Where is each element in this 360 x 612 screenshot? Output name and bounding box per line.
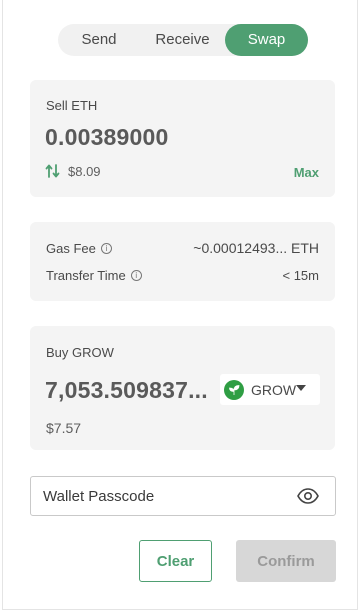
token-name: GROW <box>251 381 297 398</box>
buy-amount: 7,053.509837... <box>45 377 208 403</box>
transfer-time-label-wrap: Transfer Time i <box>46 268 142 283</box>
grow-leaf-icon <box>224 379 244 400</box>
gas-fee-label: Gas Fee <box>46 240 96 256</box>
gas-fee-value: ~0.00012493... ETH <box>193 240 319 256</box>
eye-icon[interactable] <box>297 488 319 504</box>
mode-tabs: Send Receive Swap <box>58 24 308 56</box>
buy-card: Buy GROW 7,053.509837... GROW $7.57 <box>30 326 335 450</box>
chevron-down-icon <box>296 385 306 391</box>
sell-amount[interactable]: 0.00389000 <box>45 124 169 151</box>
info-icon[interactable]: i <box>130 270 142 281</box>
confirm-button[interactable]: Confirm <box>236 540 336 582</box>
clear-button[interactable]: Clear <box>139 540 212 582</box>
buy-usd-value: $7.57 <box>46 420 82 436</box>
transfer-time-label: Transfer Time <box>46 268 126 283</box>
tab-send[interactable]: Send <box>58 24 140 56</box>
swap-arrows-icon[interactable] <box>45 163 61 179</box>
sell-usd-value: $8.09 <box>68 164 101 179</box>
max-button[interactable]: Max <box>294 165 319 180</box>
tab-swap[interactable]: Swap <box>225 24 308 56</box>
passcode-field <box>30 476 336 516</box>
sell-label: Sell ETH <box>46 98 98 113</box>
info-icon[interactable]: i <box>100 242 112 254</box>
passcode-input[interactable] <box>43 477 293 515</box>
transfer-time-row: Transfer Time i < 15m <box>46 268 319 283</box>
buy-label: Buy GROW <box>46 345 114 360</box>
gas-fee-label-wrap: Gas Fee i <box>46 241 112 256</box>
tab-receive[interactable]: Receive <box>140 24 225 56</box>
fee-card: Gas Fee i ~0.00012493... ETH Transfer Ti… <box>30 222 335 301</box>
sell-card: Sell ETH 0.00389000 $8.09 Max <box>30 80 335 197</box>
token-select[interactable]: GROW <box>220 374 320 405</box>
swap-panel: Send Receive Swap Sell ETH 0.00389000 $8… <box>2 0 358 610</box>
transfer-time-value: < 15m <box>282 268 320 283</box>
gas-fee-row: Gas Fee i ~0.00012493... ETH <box>46 240 319 256</box>
